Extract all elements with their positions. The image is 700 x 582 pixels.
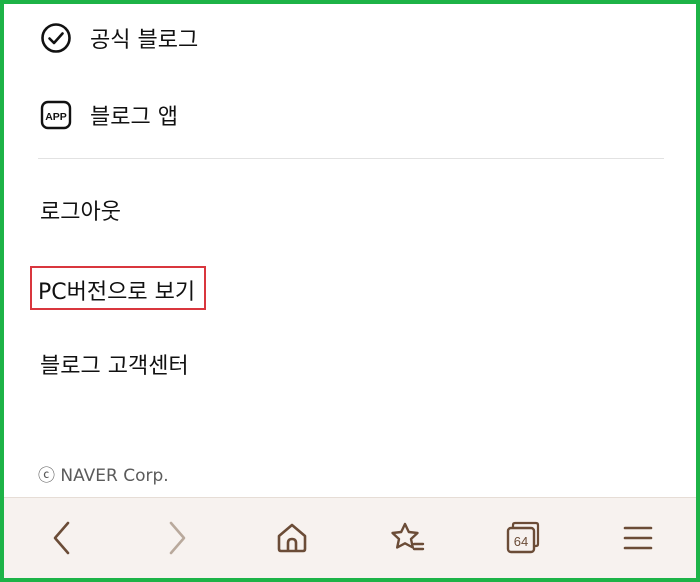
back-button[interactable] (32, 508, 92, 568)
menu-button[interactable] (608, 508, 668, 568)
app-frame: 공식 블로그 APP 블로그 앱 로그아웃 PC버전으로 보기 블로그 고객센터… (0, 0, 700, 582)
logout-link[interactable]: 로그아웃 (40, 194, 121, 226)
copyright-text: ⓒ NAVER Corp. (38, 466, 169, 486)
tab-count: 64 (514, 534, 528, 549)
tabs-icon: 64 (506, 521, 540, 554)
bottom-toolbar: 64 (4, 497, 696, 578)
forward-icon (169, 521, 186, 555)
menu-item-blog-app[interactable]: APP 블로그 앱 (40, 99, 178, 131)
menu-item-official-blog[interactable]: 공식 블로그 (40, 22, 198, 54)
app-badge-text: APP (45, 111, 67, 123)
forward-button[interactable] (147, 508, 207, 568)
help-center-link[interactable]: 블로그 고객센터 (40, 348, 189, 380)
home-button[interactable] (262, 508, 322, 568)
menu-item-label: 블로그 앱 (90, 105, 178, 130)
app-badge-icon: APP (40, 99, 72, 131)
back-icon (53, 521, 69, 555)
menu-icon (623, 526, 653, 550)
check-circle-icon (40, 22, 72, 54)
tabs-button[interactable]: 64 (493, 508, 553, 568)
bookmark-button[interactable] (378, 508, 438, 568)
divider (38, 158, 664, 159)
home-icon (278, 523, 307, 553)
menu-item-label: 공식 블로그 (90, 28, 199, 53)
pc-version-link[interactable]: PC버전으로 보기 (38, 274, 195, 306)
bookmark-star-icon (390, 522, 424, 551)
